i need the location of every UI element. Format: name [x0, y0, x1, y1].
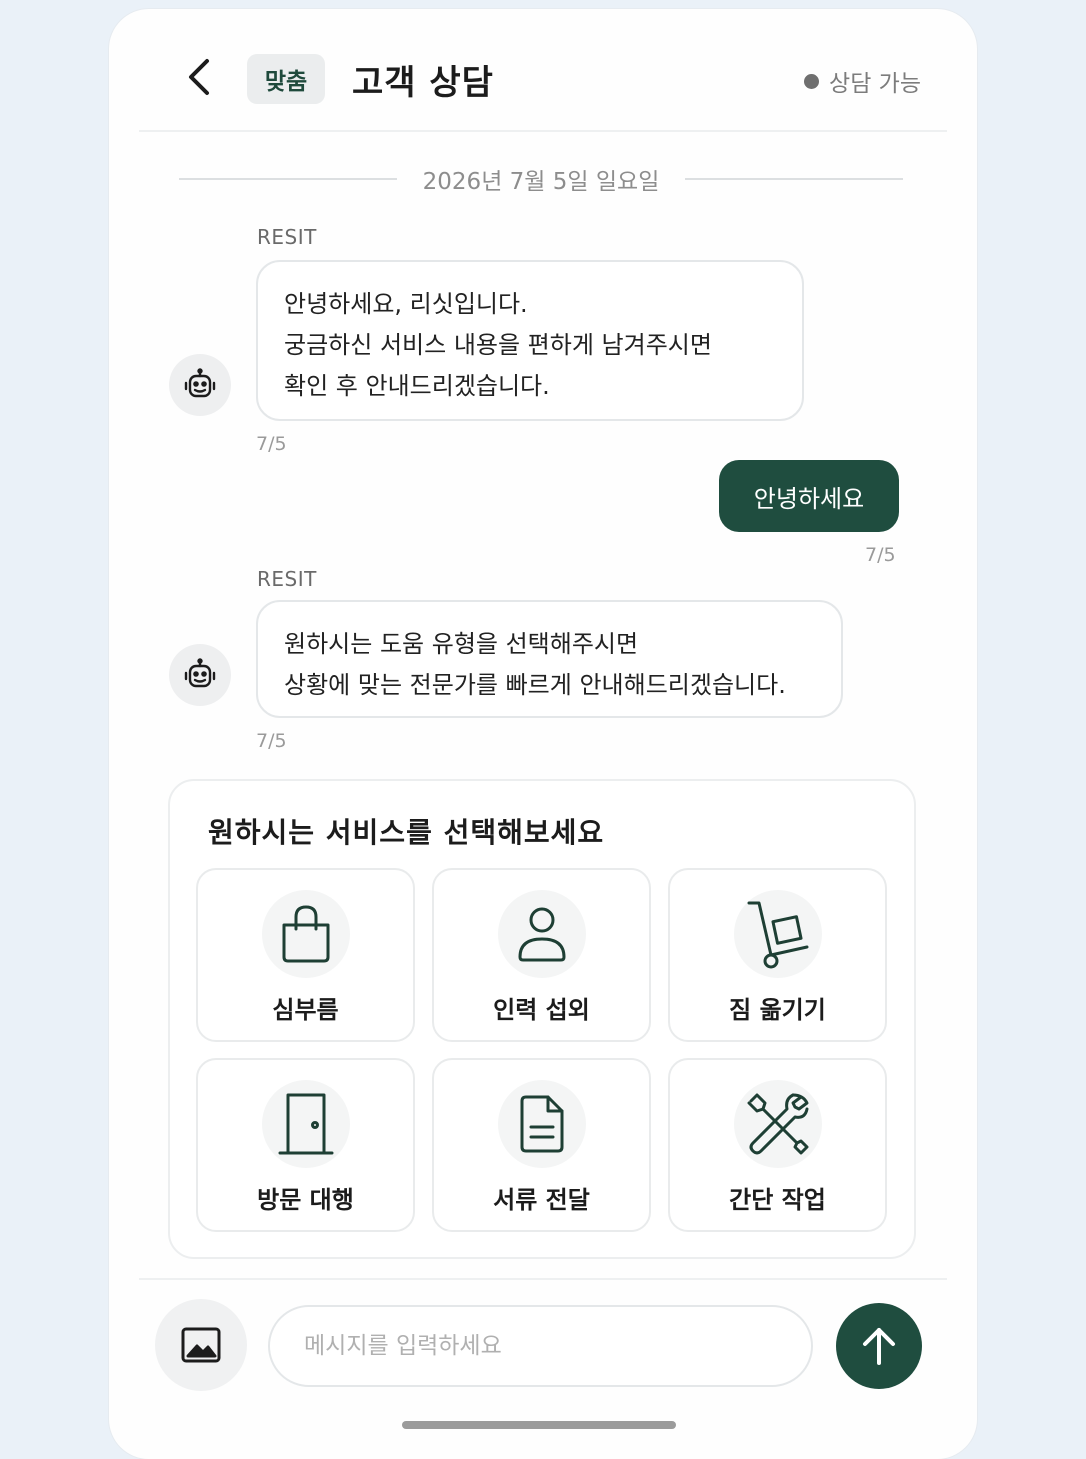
service-errand[interactable]: 심부름 — [196, 868, 415, 1042]
message-line: 안녕하세요, 리싯입니다. — [284, 290, 528, 318]
status-label: 상담 가능 — [829, 71, 921, 97]
door-icon — [278, 1093, 334, 1155]
shopping-bag-icon — [282, 905, 330, 963]
service-staffing[interactable]: 인력 섭외 — [432, 868, 651, 1042]
service-simple-work[interactable]: 간단 작업 — [668, 1058, 887, 1232]
date-separator: 2026년 7월 5일 일요일 — [179, 161, 904, 197]
user-message-bubble: 안녕하세요 — [719, 460, 899, 532]
send-button[interactable] — [836, 1303, 922, 1389]
service-card-title: 원하시는 서비스를 선택해보세요 — [208, 816, 605, 849]
header-divider — [139, 130, 947, 132]
chat-screen: 맞춤 고객 상담 상담 가능 2026년 7월 5일 일요일 RESIT 안녕하… — [109, 9, 977, 1459]
hand-truck-icon — [747, 901, 809, 969]
home-indicator — [402, 1421, 676, 1429]
custom-tag-badge: 맞춤 — [247, 54, 325, 104]
service-label: 짐 옮기기 — [729, 996, 826, 1024]
service-label: 서류 전달 — [493, 1186, 590, 1214]
service-label: 인력 섭외 — [493, 996, 590, 1024]
page-title: 고객 상담 — [352, 63, 494, 103]
message-time: 7/5 — [256, 730, 287, 752]
bot-avatar — [169, 354, 231, 416]
chevron-left-icon — [189, 59, 209, 95]
service-visit-proxy[interactable]: 방문 대행 — [196, 1058, 415, 1232]
sender-name: RESIT — [257, 225, 317, 249]
composer-divider — [139, 1278, 947, 1280]
message-line: 상황에 맞는 전문가를 빠르게 안내해드리겠습니다. — [284, 671, 786, 699]
image-icon — [181, 1327, 221, 1363]
message-input[interactable] — [268, 1305, 813, 1387]
header: 맞춤 고객 상담 상담 가능 — [109, 9, 977, 131]
date-label: 2026년 7월 5일 일요일 — [422, 169, 660, 195]
arrow-up-icon — [863, 1328, 895, 1365]
message-line: 궁금하신 서비스 내용을 편하게 남겨주시면 — [284, 331, 712, 359]
back-button[interactable] — [179, 55, 219, 99]
service-label: 간단 작업 — [729, 1186, 826, 1214]
message-line: 원하시는 도움 유형을 선택해주시면 — [284, 630, 639, 658]
tools-icon — [747, 1093, 809, 1155]
message-time: 7/5 — [256, 433, 287, 455]
service-document-delivery[interactable]: 서류 전달 — [432, 1058, 651, 1232]
robot-icon — [184, 658, 216, 688]
sender-name: RESIT — [257, 567, 317, 591]
service-selection-card: 원하시는 서비스를 선택해보세요 심부름 인력 섭외 짐 옮기기 방문 대행 서… — [168, 779, 916, 1259]
bot-avatar — [169, 644, 231, 706]
service-label: 심부름 — [272, 996, 339, 1024]
bot-message-bubble: 원하시는 도움 유형을 선택해주시면 상황에 맞는 전문가를 빠르게 안내해드리… — [256, 600, 843, 718]
service-label: 방문 대행 — [257, 1186, 354, 1214]
robot-icon — [184, 368, 216, 398]
person-icon — [518, 907, 566, 962]
service-moving[interactable]: 짐 옮기기 — [668, 868, 887, 1042]
bot-message-bubble: 안녕하세요, 리싯입니다. 궁금하신 서비스 내용을 편하게 남겨주시면 확인 … — [256, 260, 804, 421]
status-dot-icon — [804, 73, 820, 89]
message-time: 7/5 — [865, 544, 896, 566]
message-line: 확인 후 안내드리겠습니다. — [284, 372, 550, 400]
attach-image-button[interactable] — [155, 1299, 247, 1391]
document-icon — [520, 1095, 564, 1153]
status-indicator: 상담 가능 — [804, 64, 921, 98]
